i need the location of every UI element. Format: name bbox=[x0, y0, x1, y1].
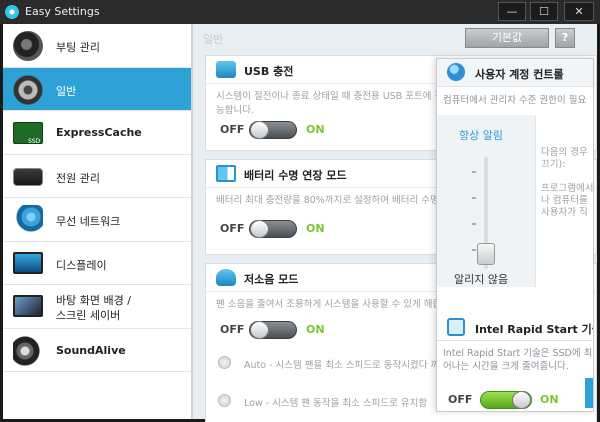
side-line: 나 컴퓨터를 bbox=[541, 195, 588, 206]
desc-line-2: 능합니다. bbox=[216, 105, 254, 116]
sidebar-item-soundalive[interactable]: SoundAlive bbox=[3, 329, 191, 372]
toggle-off-label: OFF bbox=[220, 323, 245, 336]
desc-line-2: 어나는 시간을 크게 줄여줍니다. bbox=[443, 361, 569, 372]
fan-icon bbox=[216, 269, 236, 286]
rapid-start-toggle[interactable]: OFF ON bbox=[448, 389, 563, 411]
sidebar-item-boot[interactable]: 부팅 관리 bbox=[3, 24, 191, 68]
side-line: 사용자가 직 bbox=[541, 207, 588, 218]
window-title: Easy Settings bbox=[25, 5, 100, 18]
radio-button[interactable] bbox=[218, 356, 231, 369]
toggle-track[interactable] bbox=[480, 391, 532, 409]
radio-button[interactable] bbox=[218, 394, 231, 407]
title-bar: Easy Settings — ☐ ✕ bbox=[0, 0, 600, 24]
ssd-icon: SSD bbox=[13, 122, 43, 145]
card-title: USB 충전 bbox=[244, 65, 294, 78]
radio-low[interactable]: Low - 시스템 팬 동작을 최소 스피드로 유지함 bbox=[218, 394, 428, 409]
card-title: 배터리 수명 연장 모드 bbox=[244, 169, 347, 182]
toggle-off-label: OFF bbox=[448, 393, 473, 406]
toggle-track[interactable] bbox=[249, 321, 297, 339]
slider-tick bbox=[472, 249, 476, 251]
section-title: 일반 bbox=[203, 33, 224, 46]
radio-auto[interactable]: Auto - 시스템 팬을 최소 스피드로 동작시켰다 꺼줍 bbox=[218, 356, 448, 371]
toggle-knob[interactable] bbox=[250, 220, 269, 238]
gear-icon bbox=[13, 74, 43, 105]
boot-disc-icon bbox=[13, 31, 43, 61]
toggle-on-label: ON bbox=[306, 222, 325, 235]
wallpaper-icon bbox=[13, 295, 43, 317]
usb-charging-toggle[interactable]: OFF ON bbox=[220, 119, 330, 141]
sidebar-item-wireless[interactable]: 무선 네트워크 bbox=[3, 198, 191, 242]
minimize-button[interactable]: — bbox=[498, 2, 526, 21]
rapid-start-panel: Intel Rapid Start 기술 Intel Rapid Start 기… bbox=[437, 315, 594, 411]
sidebar-item-label: 바탕 화면 배경 / 스크린 세이버 bbox=[56, 293, 131, 323]
sidebar-item-label: 전원 관리 bbox=[56, 171, 100, 185]
ssd-tag: SSD bbox=[28, 138, 41, 145]
help-button[interactable]: ? bbox=[555, 28, 575, 48]
toggle-track[interactable] bbox=[249, 121, 297, 139]
uac-description: 컴퓨터에서 관리자 수준 권한이 필요 bbox=[443, 95, 587, 106]
battery-life-toggle[interactable]: OFF ON bbox=[220, 218, 330, 240]
rapid-start-description: Intel Rapid Start 기술은 SSD에 최대어나는 시간을 크게 … bbox=[443, 347, 594, 373]
uac-slider-box: 항상 알림 알리지 않음 bbox=[437, 115, 536, 287]
toggle-knob[interactable] bbox=[250, 321, 269, 339]
uac-header: 사용자 계정 컨트롤 bbox=[437, 59, 593, 87]
sidebar: 부팅 관리 일반 SSD ExpressCache 전원 관리 무선 네트워크 … bbox=[3, 24, 193, 419]
slider-tick bbox=[472, 223, 476, 225]
user-shield-icon bbox=[447, 63, 465, 81]
app-logo-icon bbox=[5, 5, 19, 19]
slider-tick bbox=[472, 171, 476, 173]
uac-popup-panel: 사용자 계정 컨트롤 컴퓨터에서 관리자 수준 권한이 필요 항상 알림 알리지… bbox=[436, 58, 594, 412]
sidebar-item-label: 무선 네트워크 bbox=[56, 215, 121, 228]
uac-side-text: 다음의 경우 끄기): 프로그램에서 나 컴퓨터를 사용자가 직 bbox=[541, 147, 593, 219]
toggle-on-label: ON bbox=[306, 323, 325, 336]
toggle-track[interactable] bbox=[249, 220, 297, 238]
toggle-on-label: ON bbox=[540, 393, 559, 406]
wireless-icon bbox=[13, 205, 43, 235]
default-button[interactable]: 기본값 bbox=[465, 28, 549, 48]
rapid-start-header: Intel Rapid Start 기술 bbox=[437, 315, 594, 341]
rapid-start-title: Intel Rapid Start 기술 bbox=[475, 323, 594, 336]
toggle-knob[interactable] bbox=[250, 121, 269, 139]
close-button[interactable]: ✕ bbox=[564, 2, 594, 21]
sidebar-item-general[interactable]: 일반 bbox=[3, 67, 191, 111]
maximize-button[interactable]: ☐ bbox=[530, 2, 558, 21]
quiet-mode-toggle[interactable]: OFF ON bbox=[220, 319, 330, 341]
uac-title: 사용자 계정 컨트롤 bbox=[475, 68, 564, 81]
radio-label: Low - 시스템 팬 동작을 최소 스피드로 유지함 bbox=[244, 398, 428, 409]
monitor-icon bbox=[13, 251, 43, 274]
sidebar-item-label: 디스플레이 bbox=[56, 258, 107, 272]
toggle-on-label: ON bbox=[306, 123, 325, 136]
slider-top-label: 항상 알림 bbox=[459, 129, 503, 142]
speaker-icon bbox=[13, 335, 43, 366]
toggle-knob[interactable] bbox=[512, 391, 531, 409]
sidebar-item-label: SoundAlive bbox=[56, 343, 126, 357]
sidebar-item-wallpaper[interactable]: 바탕 화면 배경 / 스크린 세이버 bbox=[3, 285, 191, 329]
card-title: 저소음 모드 bbox=[244, 273, 299, 286]
desc-line-1: 시스템이 절전이나 종료 상태일 때 충전용 USB 포트에 전 bbox=[216, 91, 444, 102]
uac-slider-thumb[interactable] bbox=[477, 243, 495, 265]
side-line: 프로그램에서 bbox=[541, 183, 594, 194]
usb-icon bbox=[216, 61, 236, 78]
sidebar-item-label: 부팅 관리 bbox=[56, 41, 100, 54]
label-line-2: 스크린 세이버 bbox=[56, 309, 121, 322]
slider-bottom-label: 알리지 않음 bbox=[454, 273, 509, 286]
radio-label: Auto - 시스템 팬을 최소 스피드로 동작시켰다 꺼줍 bbox=[244, 360, 448, 371]
slider-tick bbox=[472, 197, 476, 199]
sidebar-item-expresscache[interactable]: SSD ExpressCache bbox=[3, 111, 191, 155]
battery-extend-icon bbox=[216, 165, 236, 182]
rapid-start-icon bbox=[447, 318, 465, 336]
sidebar-item-label: ExpressCache bbox=[56, 126, 142, 139]
toggle-off-label: OFF bbox=[220, 222, 245, 235]
scrollbar-thumb[interactable] bbox=[585, 378, 593, 408]
side-line: 끄기): bbox=[541, 159, 566, 170]
label-line-1: 바탕 화면 배경 / bbox=[56, 294, 131, 307]
sidebar-item-power[interactable]: 전원 관리 bbox=[3, 155, 191, 198]
desc-line-1: Intel Rapid Start 기술은 SSD에 최대 bbox=[443, 348, 594, 359]
battery-icon bbox=[13, 167, 43, 186]
side-line: 다음의 경우 bbox=[541, 147, 588, 158]
sidebar-item-label: 일반 bbox=[56, 84, 77, 98]
toggle-off-label: OFF bbox=[220, 123, 245, 136]
sidebar-item-display[interactable]: 디스플레이 bbox=[3, 242, 191, 285]
